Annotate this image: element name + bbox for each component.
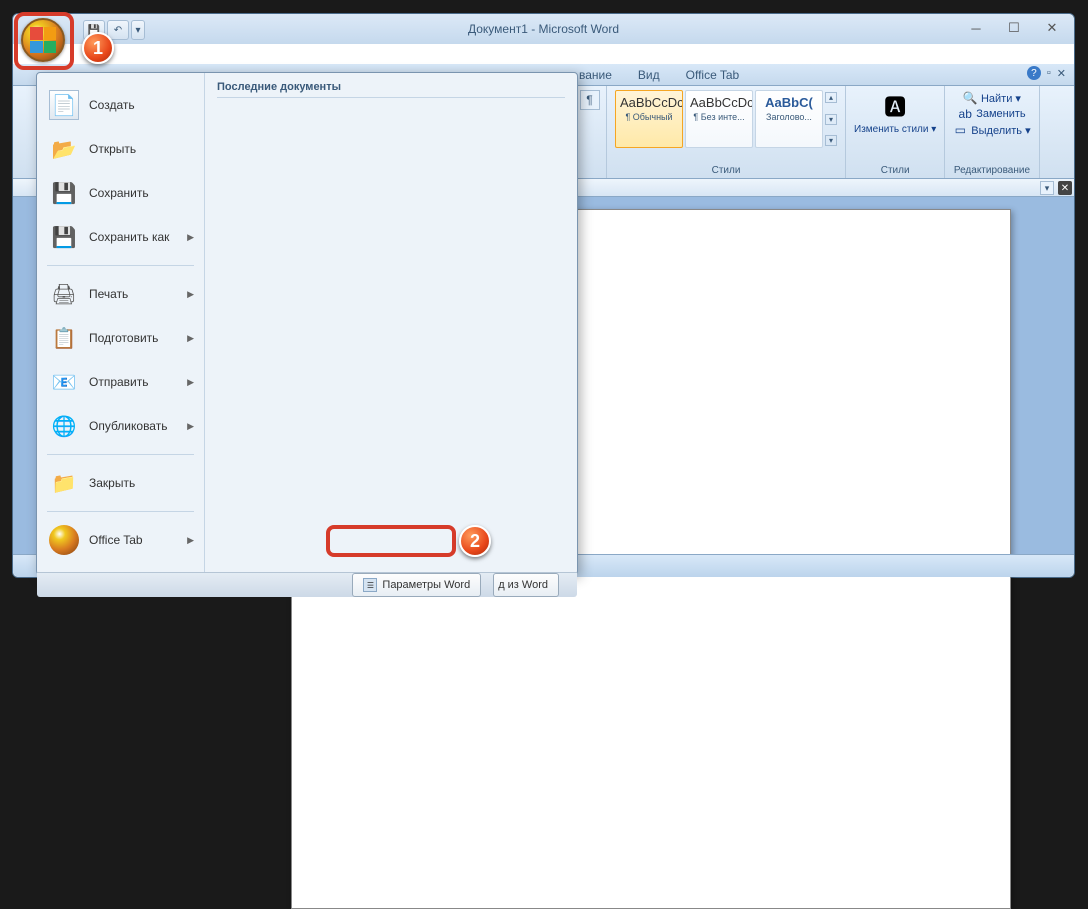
styles-up-icon[interactable]: ▴ bbox=[825, 92, 837, 103]
close-folder-icon: 📁 bbox=[49, 468, 79, 498]
annotation-badge-1: 1 bbox=[82, 32, 114, 64]
chevron-right-icon: ▶ bbox=[187, 421, 194, 432]
menu-send[interactable]: 📧Отправить▶ bbox=[43, 360, 198, 404]
recent-documents-panel: Последние документы bbox=[205, 73, 577, 572]
binoculars-icon: 🔍 bbox=[963, 91, 977, 105]
minimize-ribbon-icon[interactable]: ▫ bbox=[1047, 67, 1051, 79]
tab-office-tab[interactable]: Office Tab bbox=[680, 65, 746, 85]
prepare-icon: 📋 bbox=[49, 323, 79, 353]
chevron-right-icon: ▶ bbox=[187, 232, 194, 243]
find-button[interactable]: 🔍Найти ▾ bbox=[963, 91, 1021, 105]
styles-down-icon[interactable]: ▾ bbox=[825, 114, 837, 125]
editing-group-label: Редактирование bbox=[954, 165, 1030, 176]
send-icon: 📧 bbox=[49, 367, 79, 397]
tab-partial[interactable]: вание bbox=[573, 65, 618, 85]
style-normal[interactable]: AaBbCcDc ¶ Обычный bbox=[615, 90, 683, 148]
recent-documents-header: Последние документы bbox=[217, 81, 565, 98]
style-no-spacing[interactable]: AaBbCcDc ¶ Без инте... bbox=[685, 90, 753, 148]
office-menu: 📄Создать 📂Открыть 💾Сохранить 💾Сохранить … bbox=[36, 72, 578, 575]
close-button[interactable]: ✕ bbox=[1034, 16, 1070, 40]
menu-save-as[interactable]: 💾Сохранить как▶ bbox=[43, 215, 198, 259]
styles-group-label2: Стили bbox=[881, 165, 910, 176]
word-options-button[interactable]: ☰ Параметры Word bbox=[352, 573, 481, 597]
chevron-right-icon: ▶ bbox=[187, 535, 194, 546]
tab-view[interactable]: Вид bbox=[632, 65, 666, 85]
menu-save[interactable]: 💾Сохранить bbox=[43, 171, 198, 215]
exit-word-button[interactable]: д из Word bbox=[493, 573, 559, 597]
window-title: Документ1 - Microsoft Word bbox=[468, 22, 619, 36]
app-window: 💾 ↶ ▾ Документ1 - Microsoft Word ─ ☐ ✕ в… bbox=[12, 13, 1075, 578]
floppy-arrow-icon: 💾 bbox=[49, 222, 79, 252]
floppy-icon: 💾 bbox=[49, 178, 79, 208]
ruler-chevron-icon[interactable]: ▾ bbox=[1040, 181, 1054, 195]
maximize-button[interactable]: ☐ bbox=[996, 16, 1032, 40]
publish-icon: 🌐 bbox=[49, 411, 79, 441]
titlebar: 💾 ↶ ▾ Документ1 - Microsoft Word ─ ☐ ✕ bbox=[13, 14, 1074, 44]
office-tab-icon bbox=[49, 525, 79, 555]
styles-group-label: Стили bbox=[712, 165, 741, 176]
menu-print[interactable]: 🖨Печать▶ bbox=[43, 272, 198, 316]
select-button[interactable]: ▭Выделить ▾ bbox=[953, 123, 1030, 137]
style-heading[interactable]: AaBbC( Заголово... bbox=[755, 90, 823, 148]
replace-button[interactable]: abЗаменить bbox=[958, 107, 1025, 121]
printer-icon: 🖨 bbox=[49, 279, 79, 309]
menu-new[interactable]: 📄Создать bbox=[43, 83, 198, 127]
paragraph-mark-button[interactable]: ¶ bbox=[580, 90, 600, 110]
help-icon[interactable]: ? bbox=[1027, 66, 1041, 80]
folder-open-icon: 📂 bbox=[49, 134, 79, 164]
menu-publish[interactable]: 🌐Опубликовать▶ bbox=[43, 404, 198, 448]
new-doc-icon: 📄 bbox=[49, 90, 79, 120]
cursor-icon: ▭ bbox=[953, 123, 967, 137]
chevron-right-icon: ▶ bbox=[187, 333, 194, 344]
tab-close-icon[interactable]: ✕ bbox=[1058, 181, 1072, 195]
chevron-right-icon: ▶ bbox=[187, 377, 194, 388]
change-styles-button[interactable]: 🅰 Изменить стили ▾ bbox=[854, 90, 936, 135]
annotation-badge-2: 2 bbox=[459, 525, 491, 557]
menu-prepare[interactable]: 📋Подготовить▶ bbox=[43, 316, 198, 360]
chevron-right-icon: ▶ bbox=[187, 289, 194, 300]
options-icon: ☰ bbox=[363, 578, 377, 592]
minimize-button[interactable]: ─ bbox=[958, 16, 994, 40]
menu-office-tab[interactable]: Office Tab▶ bbox=[43, 518, 198, 562]
close-doc-icon[interactable]: ✕ bbox=[1057, 67, 1066, 80]
menu-open[interactable]: 📂Открыть bbox=[43, 127, 198, 171]
qat-customize-icon[interactable]: ▾ bbox=[131, 20, 145, 40]
styles-more-icon[interactable]: ▾ bbox=[825, 135, 837, 146]
office-menu-commands: 📄Создать 📂Открыть 💾Сохранить 💾Сохранить … bbox=[37, 73, 205, 572]
replace-icon: ab bbox=[958, 107, 972, 121]
menu-close[interactable]: 📁Закрыть bbox=[43, 461, 198, 505]
office-button[interactable] bbox=[21, 18, 65, 62]
